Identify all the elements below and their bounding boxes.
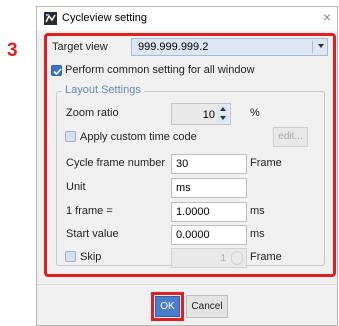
target-view-select[interactable]: 999.999.999.2 (131, 38, 328, 56)
zoom-ratio-unit: % (250, 107, 260, 119)
start-value-unit: ms (250, 228, 265, 240)
skip-value: 1 (220, 253, 226, 264)
skip-spin-icon (231, 251, 243, 265)
one-frame-unit: ms (250, 205, 265, 217)
zoom-ratio-spin-buttons[interactable] (217, 105, 229, 123)
footer-divider (37, 284, 337, 285)
common-setting-label: Perform common setting for all window (65, 64, 255, 76)
unit-input[interactable]: ms (171, 178, 247, 198)
target-view-value: 999.999.999.2 (138, 41, 209, 53)
start-value-input[interactable]: 0.0000 (171, 225, 247, 245)
unit-value: ms (176, 182, 191, 194)
dialog-title: Cycleview setting (62, 12, 147, 24)
checkmark-icon (53, 68, 62, 76)
ok-button[interactable]: OK (155, 296, 180, 317)
zoom-ratio-value: 10 (202, 109, 215, 121)
zoom-ratio-label: Zoom ratio (66, 107, 119, 119)
layout-settings-title: Layout Settings (62, 84, 144, 96)
cycle-frame-input[interactable]: 30 (171, 154, 247, 174)
one-frame-input[interactable]: 1.0000 (171, 202, 247, 222)
start-value-value: 0.0000 (176, 229, 210, 241)
title-bar: Cycleview setting × (37, 7, 337, 31)
cycleview-app-icon (44, 12, 57, 25)
close-icon[interactable]: × (323, 9, 331, 25)
spin-up-icon[interactable] (220, 107, 226, 111)
one-frame-label: 1 frame = (66, 205, 113, 217)
target-view-label: Target view (52, 41, 108, 53)
spin-down-icon[interactable] (220, 116, 226, 120)
start-value-label: Start value (66, 228, 119, 240)
edit-button[interactable]: edit... (273, 127, 308, 147)
cycle-frame-value: 30 (176, 158, 189, 170)
custom-time-label: Apply custom time code (80, 131, 197, 143)
skip-unit: Frame (250, 251, 282, 263)
skip-spinbox: 1 (171, 248, 247, 268)
skip-checkbox[interactable] (65, 251, 76, 262)
zoom-ratio-spinbox[interactable]: 10 (171, 103, 231, 125)
custom-time-checkbox[interactable] (65, 131, 76, 142)
cycle-frame-label: Cycle frame number (66, 157, 166, 169)
skip-label: Skip (80, 251, 102, 263)
common-setting-checkbox[interactable] (51, 65, 62, 76)
annotation-step-3: 3 (7, 40, 18, 61)
chevron-down-icon (318, 44, 324, 48)
one-frame-value: 1.0000 (176, 206, 210, 218)
cycle-frame-unit: Frame (250, 157, 282, 169)
unit-label: Unit (66, 181, 86, 193)
cancel-button[interactable]: Cancel (186, 295, 228, 318)
